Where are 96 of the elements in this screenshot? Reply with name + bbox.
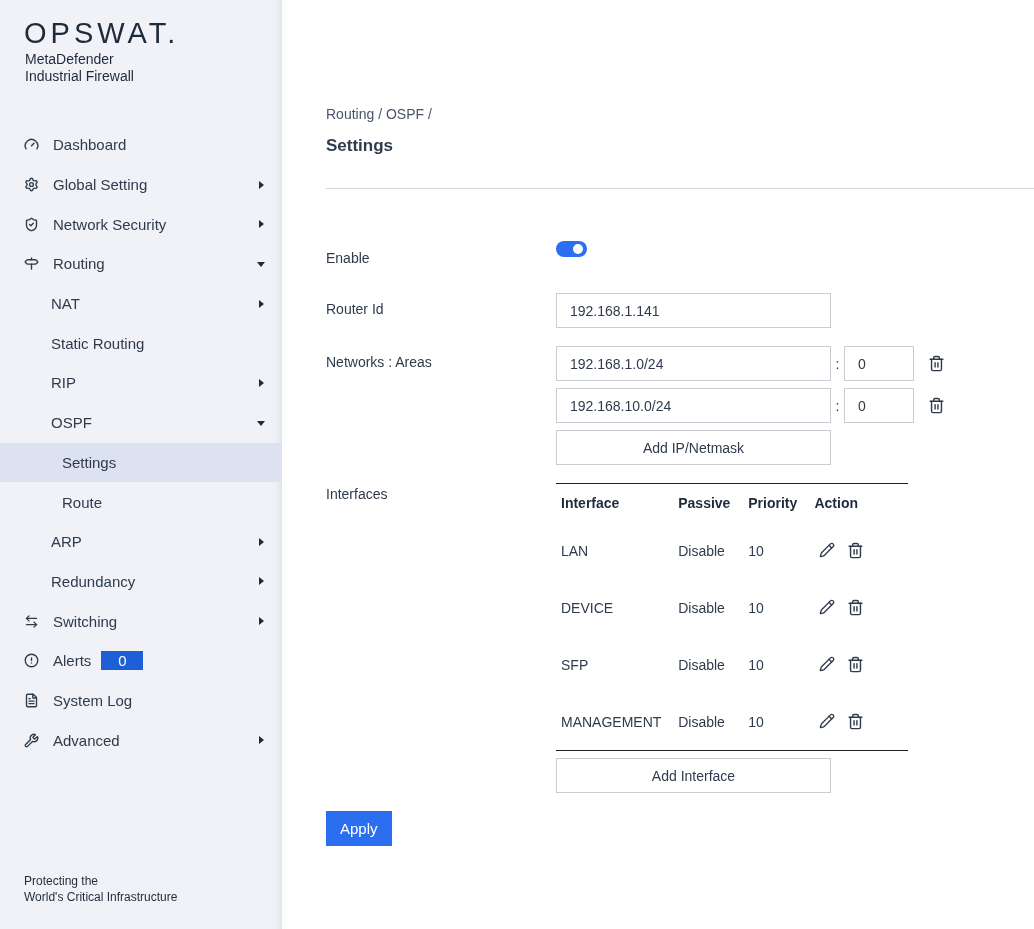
alert-icon xyxy=(24,653,39,669)
add-button[interactable]: Add Interface xyxy=(556,758,831,793)
field-label: Interfaces xyxy=(326,485,389,502)
tagline: Protecting the World's Critical Infrastructure xyxy=(23,873,179,905)
nav-item[interactable]: System Log xyxy=(0,680,282,721)
table-cell-text: Disable xyxy=(677,541,726,561)
nav-label: Switching xyxy=(53,612,119,630)
edit-button[interactable] xyxy=(819,599,836,616)
nav-label: Network Security xyxy=(53,215,168,233)
nav-item[interactable]: Route xyxy=(0,482,282,522)
input-field[interactable]: 192.168.1.141 xyxy=(556,293,831,328)
nav-item[interactable]: Switching xyxy=(0,601,282,641)
breadcrumb: Routing / OSPF / xyxy=(326,106,433,122)
nav-item[interactable]: Redundancy xyxy=(0,561,282,602)
edit-button[interactable] xyxy=(819,542,836,559)
input-field[interactable]: 0 xyxy=(844,346,914,381)
nav-label: Dashboard xyxy=(53,136,128,154)
nav-item[interactable]: Global Setting xyxy=(0,164,282,205)
nav-item[interactable]: Network Security xyxy=(0,204,282,245)
signpost-icon xyxy=(24,256,39,272)
nav-label: Settings xyxy=(62,453,118,471)
nav-item[interactable]: Static Routing xyxy=(0,323,282,364)
nav-label: Alerts xyxy=(53,652,92,670)
column-header: Action xyxy=(809,483,908,522)
separator-text: : xyxy=(834,397,841,414)
nav-label: Global Setting xyxy=(53,176,149,194)
page-title: Settings xyxy=(326,136,395,156)
table-cell: MANAGEMENT xyxy=(556,693,674,751)
apply-button[interactable]: Apply xyxy=(326,811,392,846)
nav-label: Route xyxy=(62,493,104,511)
nav-label: Advanced xyxy=(53,731,121,749)
delete-button[interactable] xyxy=(928,355,945,372)
column-header: Interface xyxy=(556,483,674,522)
table-cell-text: Disable xyxy=(677,598,726,618)
edit-button[interactable] xyxy=(819,713,836,730)
table-cell: Disable xyxy=(673,693,744,751)
product-name: MetaDefender Industrial Firewall xyxy=(24,51,135,85)
add-button[interactable]: Add IP/Netmask xyxy=(556,430,831,465)
table-cell-text: SFP xyxy=(560,655,590,675)
nav-item[interactable]: NAT xyxy=(0,283,282,324)
wrench-icon xyxy=(24,732,39,748)
nav-label: OSPF xyxy=(51,414,93,432)
nav-item[interactable]: Alerts 0 xyxy=(0,640,282,681)
edit-button[interactable] xyxy=(819,656,836,673)
pencil-icon xyxy=(819,713,836,729)
trash-icon xyxy=(928,397,945,414)
delete-button[interactable] xyxy=(928,397,945,414)
settings-icon xyxy=(24,177,39,193)
trash-icon xyxy=(847,656,865,673)
delete-button[interactable] xyxy=(847,599,865,616)
pencil-icon xyxy=(819,599,836,615)
input-field[interactable]: 0 xyxy=(844,388,914,423)
field-label: Router Id xyxy=(326,300,385,317)
nav-item[interactable]: Routing xyxy=(0,244,282,284)
alert-count: 0 xyxy=(101,651,144,671)
nav-label: ARP xyxy=(51,533,83,551)
column-header: Priority xyxy=(743,483,810,522)
nav-label: Redundancy xyxy=(51,572,137,590)
arrows-icon xyxy=(24,613,39,629)
delete-button[interactable] xyxy=(847,542,865,559)
column-header: Passive xyxy=(673,483,744,522)
delete-button[interactable] xyxy=(847,656,865,673)
pencil-icon xyxy=(819,542,836,558)
delete-button[interactable] xyxy=(847,713,865,730)
nav-label: Routing xyxy=(53,255,106,273)
input-field[interactable]: 192.168.10.0/24 xyxy=(556,388,831,423)
nav-item[interactable]: Advanced xyxy=(0,720,282,760)
toggle-switch[interactable] xyxy=(556,241,587,257)
table-cell-text: 10 xyxy=(747,655,765,675)
trash-icon xyxy=(928,355,945,372)
shield-check-icon xyxy=(24,216,39,232)
separator-text: : xyxy=(834,355,841,372)
nav-label: RIP xyxy=(51,374,77,392)
table-cell: 10 xyxy=(743,693,810,751)
nav-item[interactable]: Settings xyxy=(0,442,282,483)
nav-item[interactable]: RIP xyxy=(0,363,282,403)
trash-icon xyxy=(847,713,865,730)
table-cell-text: LAN xyxy=(560,541,590,561)
table-cell-text: DEVICE xyxy=(560,598,615,618)
pencil-icon xyxy=(819,656,836,672)
trash-icon xyxy=(847,599,865,616)
nav-item[interactable]: Dashboard xyxy=(0,125,282,165)
input-field[interactable]: 192.168.1.0/24 xyxy=(556,346,831,381)
nav-item[interactable]: ARP xyxy=(0,521,282,562)
nav-item[interactable]: OSPF xyxy=(0,402,282,443)
nav-label: NAT xyxy=(51,295,81,313)
logo: OPSWAT. xyxy=(23,18,181,48)
nav-label: Static Routing xyxy=(51,334,146,352)
document-icon xyxy=(24,692,39,708)
table-cell-text: 10 xyxy=(747,598,765,618)
table-cell-text: 10 xyxy=(747,541,765,561)
table-cell-text: Disable xyxy=(677,655,726,675)
nav-label: System Log xyxy=(53,691,134,709)
field-label: Enable xyxy=(326,250,371,266)
field-label: Networks : Areas xyxy=(326,353,433,370)
trash-icon xyxy=(847,542,865,559)
